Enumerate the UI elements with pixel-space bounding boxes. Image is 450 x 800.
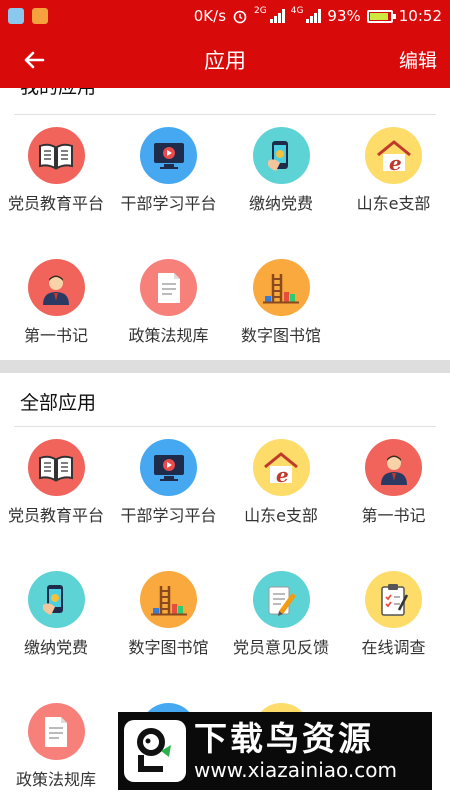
clock: 10:52 — [398, 7, 442, 25]
app-tile[interactable]: 干部学习平台 — [113, 439, 225, 526]
section-title-all-apps: 全部应用 — [20, 392, 97, 414]
app-content: 我的应用 党员教育平台干部学习平台缴纳党费e山东e支部第一书记政策法规库数字图书… — [0, 88, 450, 800]
document-icon — [27, 703, 85, 760]
app-tile[interactable]: 缴纳党费 — [0, 571, 112, 658]
app-tile[interactable]: 第一书记 — [338, 439, 450, 526]
app-tile-label: 党员意见反馈 — [232, 638, 329, 657]
app-tile-label: 在线调查 — [361, 638, 426, 657]
app-tile-label: 第一书记 — [23, 326, 88, 345]
officer-avatar-icon — [365, 439, 422, 496]
open-book-icon — [27, 439, 85, 496]
battery-percent: 93% — [327, 7, 361, 25]
app-tile-label: 缴纳党费 — [23, 638, 88, 657]
app-tile[interactable]: 在线调查 — [338, 571, 450, 658]
bird-logo-icon — [124, 720, 186, 782]
svg-text:e: e — [276, 463, 289, 485]
divider — [14, 114, 436, 115]
status-bar: 0K/s 2G 4G 93% 10:52 — [0, 0, 450, 32]
notepad-pencil-icon — [252, 571, 310, 628]
watermark-title: 下载鸟资源 — [194, 719, 374, 758]
edit-button[interactable]: 编辑 — [399, 46, 437, 73]
phone-pay-icon — [27, 571, 85, 628]
app-tile[interactable]: 党员意见反馈 — [225, 571, 337, 658]
app-tile-label: 党员教育平台 — [7, 194, 104, 213]
signal-icon — [306, 9, 322, 23]
alarm-clock-icon — [233, 10, 247, 24]
document-icon — [140, 259, 197, 316]
house-e-icon: e — [365, 127, 422, 184]
app-tile-label: 缴纳党费 — [248, 194, 313, 213]
network-type-label: 4G — [290, 6, 304, 16]
app-tile-label: 第一书记 — [361, 506, 426, 525]
section-separator — [0, 360, 450, 373]
page-title: 应用 — [204, 49, 246, 73]
app-tile[interactable]: 第一书记 — [0, 259, 112, 346]
app-tile[interactable]: 数字图书馆 — [113, 571, 225, 658]
officer-avatar-icon — [27, 259, 85, 316]
app-tile[interactable]: 缴纳党费 — [225, 127, 337, 214]
app-tile[interactable]: e 山东e支部 — [225, 439, 337, 526]
phone-pay-icon — [252, 127, 310, 184]
app-tile-label: 党员教育平台 — [7, 506, 104, 525]
battery-icon — [366, 9, 396, 23]
notification-app-icon — [32, 8, 48, 24]
network-speed: 0K/s — [193, 7, 227, 25]
app-tile-label: 政策法规库 — [128, 326, 209, 345]
video-monitor-icon — [140, 439, 197, 496]
app-tile[interactable]: 党员教育平台 — [0, 439, 112, 526]
app-tile-label: 数字图书馆 — [128, 638, 209, 657]
video-monitor-icon — [140, 127, 197, 184]
notification-app-icon — [8, 8, 24, 24]
watermark-url: www.xiazainiao.com — [194, 758, 397, 782]
app-tile-label: 干部学习平台 — [120, 506, 217, 525]
watermark: 下载鸟资源 www.xiazainiao.com — [118, 712, 432, 790]
back-button[interactable] — [18, 44, 50, 76]
app-tile-label: 政策法规库 — [15, 770, 96, 789]
app-tile[interactable]: 政策法规库 — [113, 259, 225, 346]
app-tile-label: 数字图书馆 — [240, 326, 321, 345]
app-tile[interactable]: 数字图书馆 — [225, 259, 337, 346]
open-book-icon — [27, 127, 85, 184]
divider — [14, 426, 436, 427]
app-tile[interactable]: e 山东e支部 — [338, 127, 450, 214]
app-tile-label: 山东e支部 — [356, 194, 431, 213]
svg-text:e: e — [389, 151, 402, 173]
app-tile[interactable]: 干部学习平台 — [113, 127, 225, 214]
app-header: 应用 编辑 — [0, 32, 450, 88]
library-shelf-icon — [140, 571, 197, 628]
library-shelf-icon — [252, 259, 310, 316]
app-tile[interactable]: 党员教育平台 — [0, 127, 112, 214]
section-title-my-apps: 我的应用 — [20, 88, 96, 99]
app-tile-label: 干部学习平台 — [120, 194, 217, 213]
arrow-left-icon — [24, 51, 45, 69]
app-tile[interactable]: 政策法规库 — [0, 703, 112, 790]
signal-icon — [269, 9, 285, 23]
app-tile-label: 山东e支部 — [244, 506, 318, 525]
network-type-label: 2G — [254, 6, 267, 16]
house-e-icon: e — [252, 439, 310, 496]
clipboard-check-icon — [365, 571, 422, 628]
